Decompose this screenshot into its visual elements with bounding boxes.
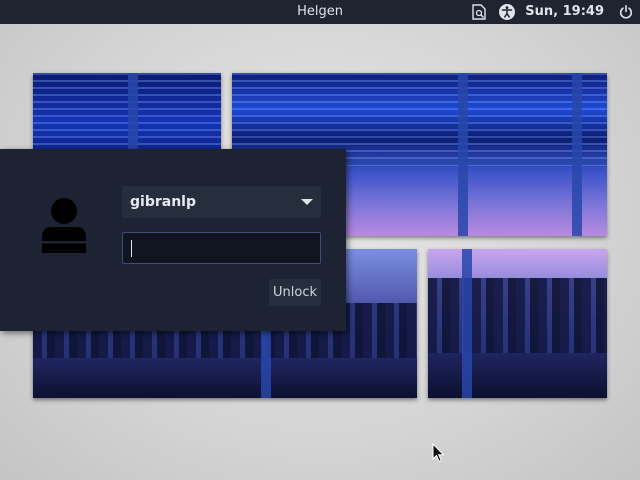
- chevron-down-icon: [301, 199, 313, 205]
- top-panel: Helgen Sun, 19:49: [0, 0, 640, 24]
- wallpaper-sill: [428, 353, 607, 398]
- user-avatar-icon: [36, 197, 92, 253]
- username-label: gibranlp: [130, 194, 196, 210]
- text-caret: [131, 240, 132, 257]
- system-tray: Sun, 19:49: [465, 0, 640, 24]
- accessibility-icon[interactable]: [499, 4, 516, 20]
- window-frame: [462, 249, 472, 398]
- power-icon[interactable]: [618, 4, 634, 20]
- wallpaper-panel: [428, 249, 607, 398]
- wallpaper-sill: [33, 360, 417, 398]
- clock-label[interactable]: Sun, 19:49: [525, 0, 604, 24]
- window-frame: [458, 73, 468, 236]
- document-search-icon[interactable]: [471, 4, 487, 20]
- mouse-pointer-icon: [432, 442, 446, 463]
- window-frame: [572, 73, 582, 236]
- unlock-button[interactable]: Unlock: [269, 279, 321, 306]
- wallpaper-skyline: [428, 278, 607, 353]
- user-select-dropdown[interactable]: gibranlp: [122, 186, 321, 218]
- password-field[interactable]: [122, 232, 321, 264]
